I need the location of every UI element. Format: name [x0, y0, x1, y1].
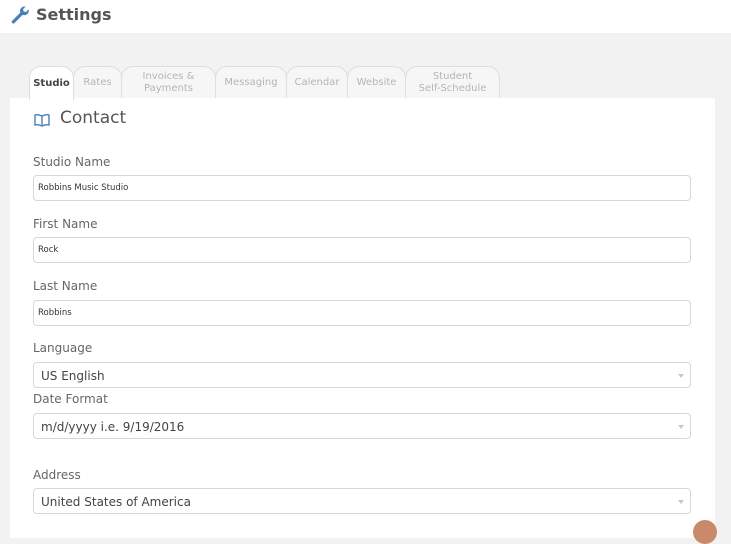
date-format-value: m/d/yyyy i.e. 9/19/2016 — [41, 420, 185, 434]
tab-label-line2: Payments — [144, 82, 193, 94]
language-label: Language — [33, 341, 93, 355]
wrench-icon — [11, 6, 29, 24]
language-select[interactable]: US English — [33, 362, 691, 388]
first-name-input[interactable]: Rock — [33, 237, 691, 263]
book-icon — [34, 113, 50, 127]
settings-panel: Contact Studio Name Robbins Music Studio… — [10, 98, 715, 538]
tab-label-line1: Student — [432, 70, 473, 82]
top-bar: Settings — [0, 0, 731, 33]
date-format-label: Date Format — [33, 392, 108, 406]
page-title: Settings — [36, 5, 112, 24]
tab-student-self-schedule[interactable]: Student Self-Schedule — [405, 66, 500, 98]
tab-label-line1: Invoices & — [142, 70, 195, 82]
chevron-down-icon — [678, 500, 684, 504]
tab-label: Messaging — [224, 76, 278, 88]
chevron-down-icon — [678, 425, 684, 429]
section-title: Contact — [60, 108, 127, 128]
studio-name-value: Robbins Music Studio — [38, 183, 129, 193]
tab-website[interactable]: Website — [347, 66, 406, 98]
last-name-input[interactable]: Robbins — [33, 300, 691, 326]
tab-label: Studio — [33, 77, 70, 89]
tab-label: Rates — [83, 76, 112, 88]
tab-label: Website — [356, 76, 397, 88]
tab-messaging[interactable]: Messaging — [215, 66, 287, 98]
language-value: US English — [41, 369, 105, 383]
first-name-label: First Name — [33, 217, 98, 231]
studio-name-input[interactable]: Robbins Music Studio — [33, 175, 691, 201]
tab-label-line2: Self-Schedule — [418, 82, 487, 94]
last-name-value: Robbins — [38, 308, 72, 318]
first-name-value: Rock — [38, 245, 59, 255]
help-bubble[interactable] — [693, 520, 717, 544]
date-format-select[interactable]: m/d/yyyy i.e. 9/19/2016 — [33, 413, 691, 439]
tab-label: Calendar — [294, 76, 340, 88]
address-label: Address — [33, 468, 81, 482]
studio-name-label: Studio Name — [33, 155, 111, 169]
last-name-label: Last Name — [33, 279, 98, 293]
tab-rates[interactable]: Rates — [73, 66, 122, 98]
tab-studio[interactable]: Studio — [29, 66, 74, 100]
tab-invoices-payments[interactable]: Invoices & Payments — [121, 66, 216, 98]
chevron-down-icon — [678, 374, 684, 378]
country-value: United States of America — [41, 495, 191, 509]
country-select[interactable]: United States of America — [33, 488, 691, 514]
tab-calendar[interactable]: Calendar — [286, 66, 348, 98]
